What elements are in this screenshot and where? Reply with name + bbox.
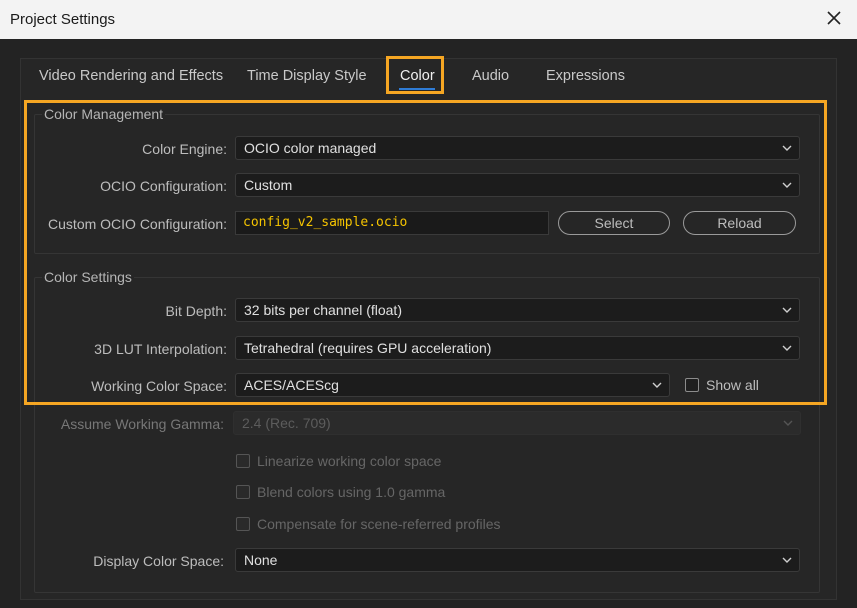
tab-audio[interactable]: Audio [472,68,509,84]
custom-ocio-path-value: config_v2_sample.ocio [243,215,408,230]
display-color-space-value: None [244,552,278,568]
tab-video-rendering[interactable]: Video Rendering and Effects [39,68,223,84]
window-title: Project Settings [10,11,116,28]
show-all-label: Show all [706,377,759,393]
color-settings-title: Color Settings [42,269,134,285]
compensate-checkbox [236,517,250,531]
chevron-down-icon [783,420,793,426]
color-settings-group [34,277,820,593]
assume-gamma-dropdown: 2.4 (Rec. 709) [233,411,801,435]
linearize-checkbox [236,454,250,468]
reload-button[interactable]: Reload [683,211,796,235]
select-button[interactable]: Select [558,211,670,235]
display-color-space-dropdown[interactable]: None [235,548,800,572]
close-icon[interactable] [825,7,843,29]
color-management-title: Color Management [42,106,166,122]
lut-interpolation-label: 3D LUT Interpolation: [94,341,227,357]
tab-expressions[interactable]: Expressions [546,68,625,84]
tab-time-display-style[interactable]: Time Display Style [247,68,367,84]
ocio-configuration-label: OCIO Configuration: [100,178,227,194]
chevron-down-icon [652,382,662,388]
color-engine-dropdown[interactable]: OCIO color managed [235,136,800,160]
color-engine-value: OCIO color managed [244,140,377,156]
ocio-configuration-value: Custom [244,177,293,193]
chevron-down-icon [782,557,792,563]
working-color-space-value: ACES/ACEScg [244,377,339,393]
working-color-space-dropdown[interactable]: ACES/ACEScg [235,373,670,397]
assume-gamma-value: 2.4 (Rec. 709) [242,415,331,431]
blend-gamma-checkbox [236,485,250,499]
chevron-down-icon [782,307,792,313]
chevron-down-icon [782,345,792,351]
tab-highlight-box [386,56,444,94]
title-bar: Project Settings [0,0,857,39]
custom-ocio-label: Custom OCIO Configuration: [48,216,227,232]
lut-interpolation-value: Tetrahedral (requires GPU acceleration) [244,340,492,356]
lut-interpolation-dropdown[interactable]: Tetrahedral (requires GPU acceleration) [235,336,800,360]
compensate-label: Compensate for scene-referred profiles [257,516,501,532]
blend-gamma-label: Blend colors using 1.0 gamma [257,484,446,500]
linearize-label: Linearize working color space [257,453,442,469]
chevron-down-icon [782,182,792,188]
chevron-down-icon [782,145,792,151]
ocio-configuration-dropdown[interactable]: Custom [235,173,800,197]
custom-ocio-path-field[interactable]: config_v2_sample.ocio [235,211,549,235]
working-color-space-label: Working Color Space: [91,378,227,394]
bit-depth-label: Bit Depth: [165,303,227,319]
bit-depth-value: 32 bits per channel (float) [244,302,402,318]
bit-depth-dropdown[interactable]: 32 bits per channel (float) [235,298,800,322]
show-all-checkbox[interactable] [685,378,699,392]
assume-gamma-label: Assume Working Gamma: [60,416,224,432]
color-engine-label: Color Engine: [142,141,227,157]
display-color-space-label: Display Color Space: [93,553,224,569]
